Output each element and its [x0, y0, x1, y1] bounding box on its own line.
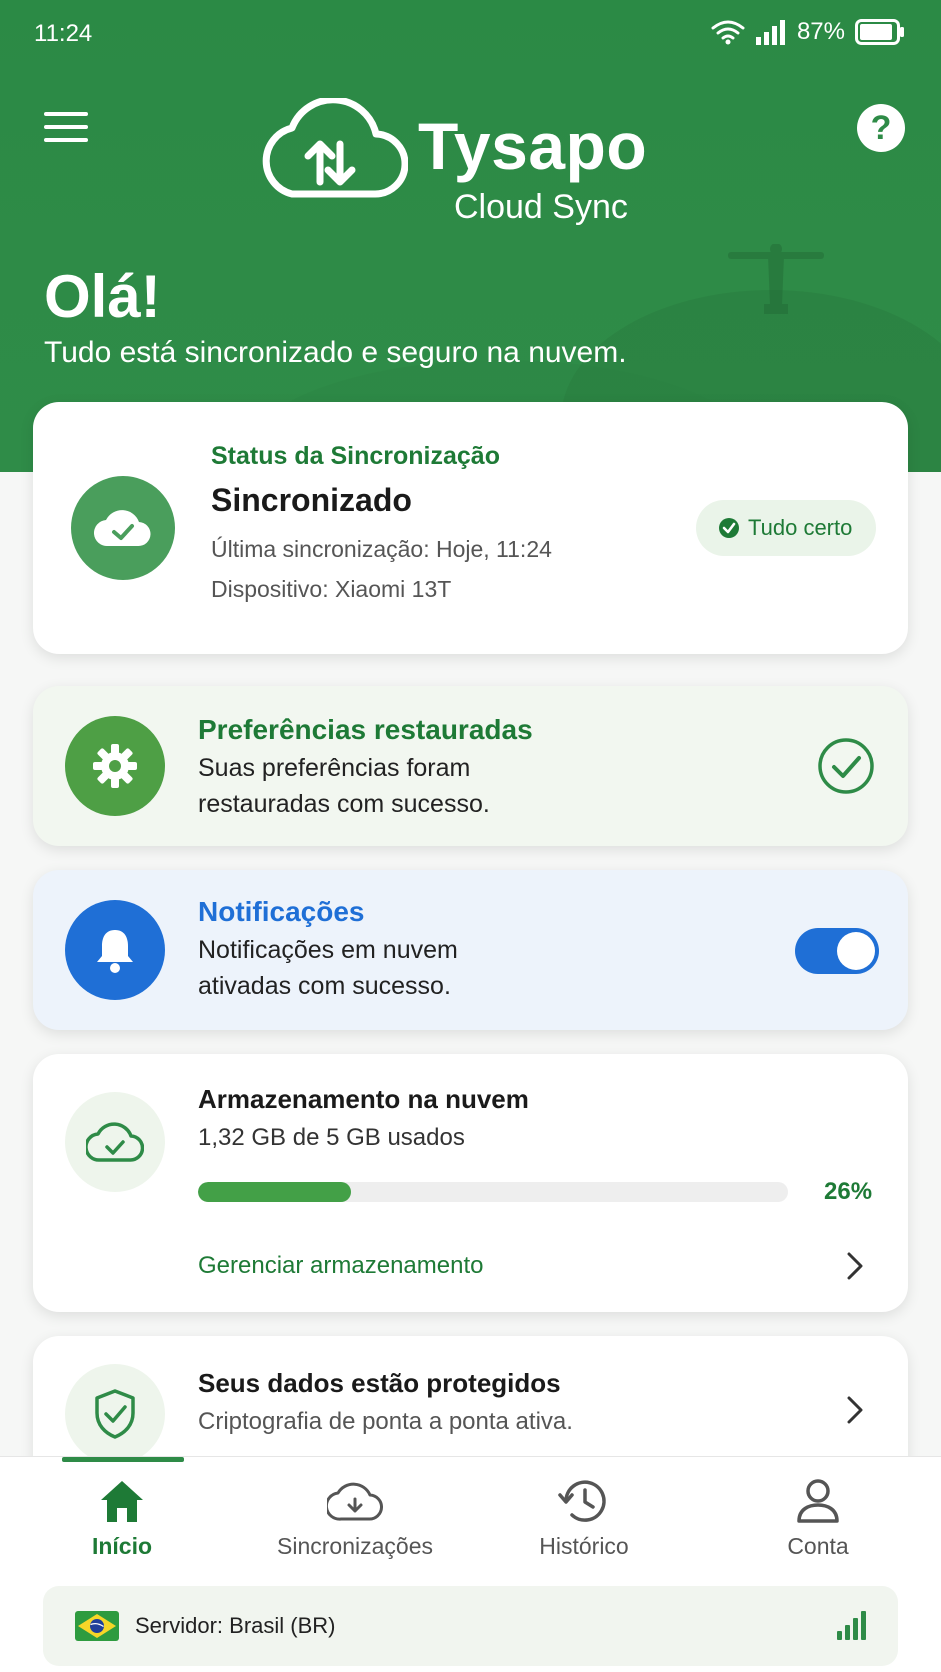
- preferences-title: Preferências restauradas: [198, 714, 533, 745]
- wifi-icon: [711, 20, 745, 45]
- notifications-toggle[interactable]: [795, 928, 879, 974]
- preferences-line-1: Suas preferências foram: [198, 754, 471, 782]
- storage-usage: 1,32 GB de 5 GB usados: [198, 1124, 465, 1151]
- chevron-right-icon[interactable]: [845, 1250, 865, 1282]
- nav-item-sincronizacoes[interactable]: Sincronizações: [255, 1475, 455, 1560]
- tagline: Tudo está sincronizado e seguro na nuvem…: [44, 336, 627, 369]
- help-icon[interactable]: ?: [857, 104, 905, 152]
- chevron-right-icon[interactable]: [845, 1394, 865, 1426]
- storage-percent: 26%: [824, 1178, 873, 1205]
- status-time: 11:24: [34, 20, 93, 47]
- manage-storage-link[interactable]: Gerenciar armazenamento: [198, 1252, 483, 1280]
- battery-icon: [855, 19, 904, 45]
- status-bar: 11:24 87%: [0, 0, 941, 68]
- signal-icon: [755, 20, 785, 45]
- bell-icon: [65, 900, 165, 1000]
- sync-heading: Status da Sincronização: [211, 442, 500, 470]
- notifications-card: Notificações Notificações em nuvem ativa…: [33, 870, 908, 1030]
- cloud-sync-icon: [327, 1482, 383, 1521]
- device-text: Dispositivo: Xiaomi 13T: [211, 576, 452, 602]
- cloud-sync-logo-icon: [262, 98, 408, 198]
- storage-progress-bar: [198, 1182, 788, 1202]
- status-badge-label: Tudo certo: [748, 515, 853, 540]
- preferences-card: Preferências restauradas Suas preferênci…: [33, 686, 908, 846]
- gear-icon: [65, 716, 165, 816]
- protection-subtitle: Criptografia de ponta a ponta ativa.: [198, 1408, 573, 1435]
- nav-label: Sincronizações: [277, 1533, 433, 1559]
- notifications-line-1: Notificações em nuvem: [198, 936, 458, 964]
- nav-label: Histórico: [539, 1533, 629, 1559]
- brand-subtitle: Cloud Sync: [454, 188, 628, 226]
- menu-icon[interactable]: [44, 112, 88, 146]
- battery-percent: 87%: [796, 18, 845, 45]
- notifications-title: Notificações: [198, 896, 365, 927]
- status-badge: Tudo certo: [696, 500, 876, 556]
- nav-item-conta[interactable]: Conta: [718, 1475, 918, 1560]
- nav-active-indicator: [62, 1457, 184, 1462]
- signal-strength-icon: [837, 1611, 866, 1640]
- last-sync-text: Última sincronização: Hoje, 11:24: [211, 536, 552, 562]
- home-icon: [101, 1481, 143, 1522]
- nav-label: Início: [91, 1533, 153, 1559]
- storage-progress-fill: [198, 1182, 352, 1202]
- status-icons: 87%: [711, 18, 905, 46]
- notifications-line-2: ativadas com sucesso.: [198, 972, 451, 1000]
- greeting: Olá!: [44, 263, 161, 330]
- person-icon: [797, 1479, 839, 1523]
- history-icon: [558, 1480, 606, 1522]
- server-label: Servidor: Brasil (BR): [135, 1613, 336, 1638]
- server-selector[interactable]: Servidor: Brasil (BR): [43, 1586, 898, 1666]
- check-circle-outline-icon: [818, 738, 874, 794]
- cloud-check-outline-icon: [65, 1092, 165, 1192]
- storage-title: Armazenamento na nuvem: [198, 1084, 529, 1114]
- protection-title: Seus dados estão protegidos: [198, 1368, 561, 1398]
- statue-silhouette-icon: [728, 244, 824, 314]
- brazil-flag-icon: [75, 1611, 119, 1641]
- nav-item-historico[interactable]: Histórico: [484, 1475, 684, 1560]
- nav-item-inicio[interactable]: Início: [22, 1475, 222, 1560]
- storage-card: Armazenamento na nuvem 1,32 GB de 5 GB u…: [33, 1054, 908, 1312]
- sync-status-card: Status da Sincronização Sincronizado Últ…: [33, 402, 908, 654]
- nav-label: Conta: [787, 1533, 849, 1559]
- preferences-line-2: restauradas com sucesso.: [198, 790, 490, 818]
- brand-name: Tysapo: [418, 109, 648, 183]
- sync-status-text: Sincronizado: [211, 482, 412, 518]
- shield-check-icon: [65, 1364, 165, 1464]
- cloud-check-icon: [71, 476, 175, 580]
- bottom-navigation: Início Sincronizações Histórico Conta Se…: [0, 1456, 941, 1672]
- check-circle-icon: [719, 518, 739, 538]
